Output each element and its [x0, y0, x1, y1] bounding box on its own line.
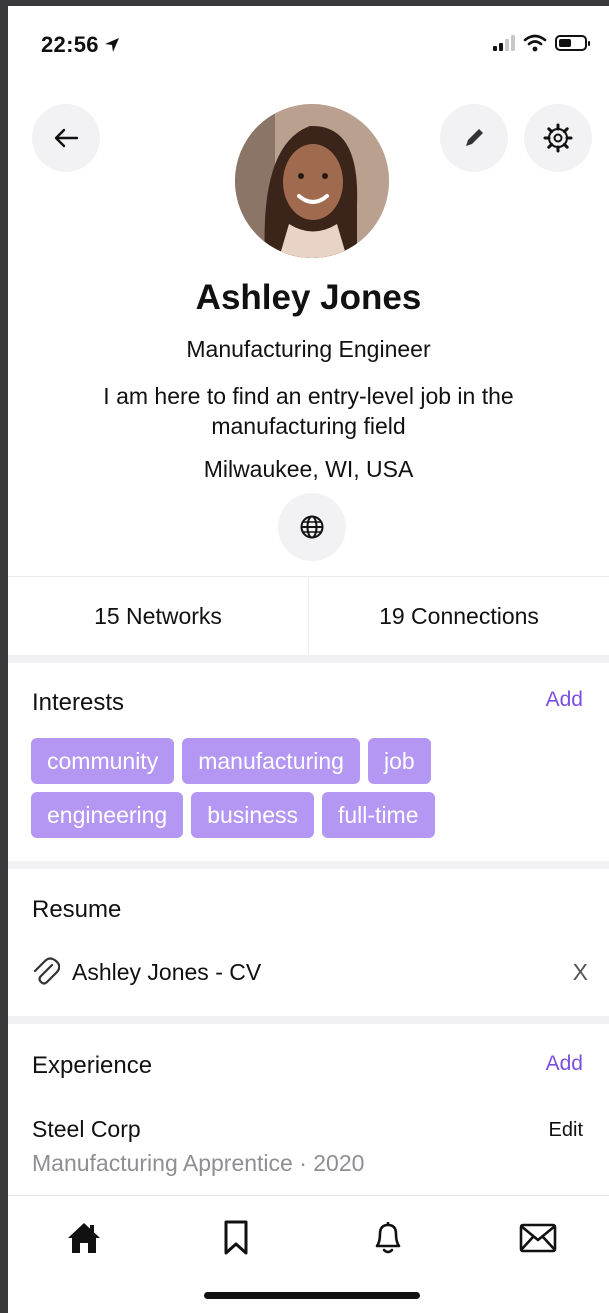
- resume-file-name: Ashley Jones - CV: [72, 958, 262, 985]
- interest-tags: community manufacturing job engineering …: [31, 738, 591, 846]
- profile-name: Ashley Jones: [195, 278, 422, 317]
- remove-resume-button[interactable]: X: [573, 959, 588, 986]
- interest-tag[interactable]: job: [367, 738, 431, 784]
- stats-bar: 15 Networks 19 Connections: [8, 576, 609, 656]
- networks-stat[interactable]: 15 Networks: [8, 577, 308, 656]
- interest-tag[interactable]: engineering: [31, 792, 184, 838]
- tab-saved[interactable]: [216, 1218, 256, 1258]
- website-button[interactable]: [278, 493, 346, 561]
- pencil-icon: [466, 129, 483, 146]
- avatar-photo: [235, 104, 389, 258]
- section-divider: [8, 655, 609, 663]
- tag-row: community manufacturing job: [31, 738, 591, 784]
- paperclip-icon: [33, 957, 60, 985]
- home-indicator: [204, 1292, 420, 1299]
- status-time-text: 22:56: [41, 32, 99, 57]
- settings-icon: [543, 123, 573, 153]
- globe-icon: [300, 515, 324, 539]
- interest-tag[interactable]: community: [31, 738, 175, 784]
- interest-tag[interactable]: full-time: [322, 792, 435, 838]
- bookmark-icon: [224, 1220, 248, 1255]
- settings-button[interactable]: [524, 104, 592, 172]
- profile-title: Manufacturing Engineer: [186, 336, 431, 362]
- tag-row: engineering business full-time: [31, 792, 591, 838]
- location-arrow-icon: [104, 38, 119, 52]
- home-icon: [68, 1223, 100, 1253]
- profile-bio: I am here to find an entry-level job in …: [103, 383, 514, 439]
- interests-title: Interests: [32, 689, 125, 716]
- tab-messages[interactable]: [518, 1218, 558, 1258]
- edit-profile-button[interactable]: [440, 104, 508, 172]
- signal-icon: [493, 35, 515, 51]
- back-button[interactable]: [32, 104, 100, 172]
- edit-experience-button[interactable]: Edit: [549, 1119, 583, 1142]
- tab-home[interactable]: [64, 1218, 104, 1258]
- profile-screen: 22:56 Ashley Jones Manufacturing Enginee…: [8, 6, 609, 1313]
- back-arrow-icon: [54, 128, 79, 148]
- add-interest-button[interactable]: Add: [546, 688, 583, 712]
- resume-title: Resume: [32, 896, 122, 923]
- section-divider: [8, 861, 609, 869]
- profile-location: Milwaukee, WI, USA: [203, 456, 414, 482]
- experience-role: Manufacturing Apprentice · 2020: [32, 1150, 365, 1176]
- connections-stat[interactable]: 19 Connections: [308, 577, 609, 656]
- status-time: 22:56: [41, 32, 121, 58]
- mail-icon: [519, 1223, 557, 1253]
- experience-title: Experience: [32, 1052, 153, 1079]
- status-icons: [493, 34, 590, 52]
- avatar[interactable]: [235, 104, 389, 258]
- battery-icon: [555, 35, 590, 51]
- tab-notifications[interactable]: [368, 1218, 408, 1258]
- bell-icon: [375, 1222, 401, 1254]
- section-divider: [8, 1016, 609, 1024]
- resume-file-row[interactable]: Ashley Jones - CV X: [32, 952, 588, 992]
- interest-tag[interactable]: business: [191, 792, 314, 838]
- add-experience-button[interactable]: Add: [546, 1052, 583, 1076]
- wifi-icon: [523, 34, 547, 52]
- experience-company: Steel Corp: [32, 1116, 141, 1142]
- interest-tag[interactable]: manufacturing: [182, 738, 360, 784]
